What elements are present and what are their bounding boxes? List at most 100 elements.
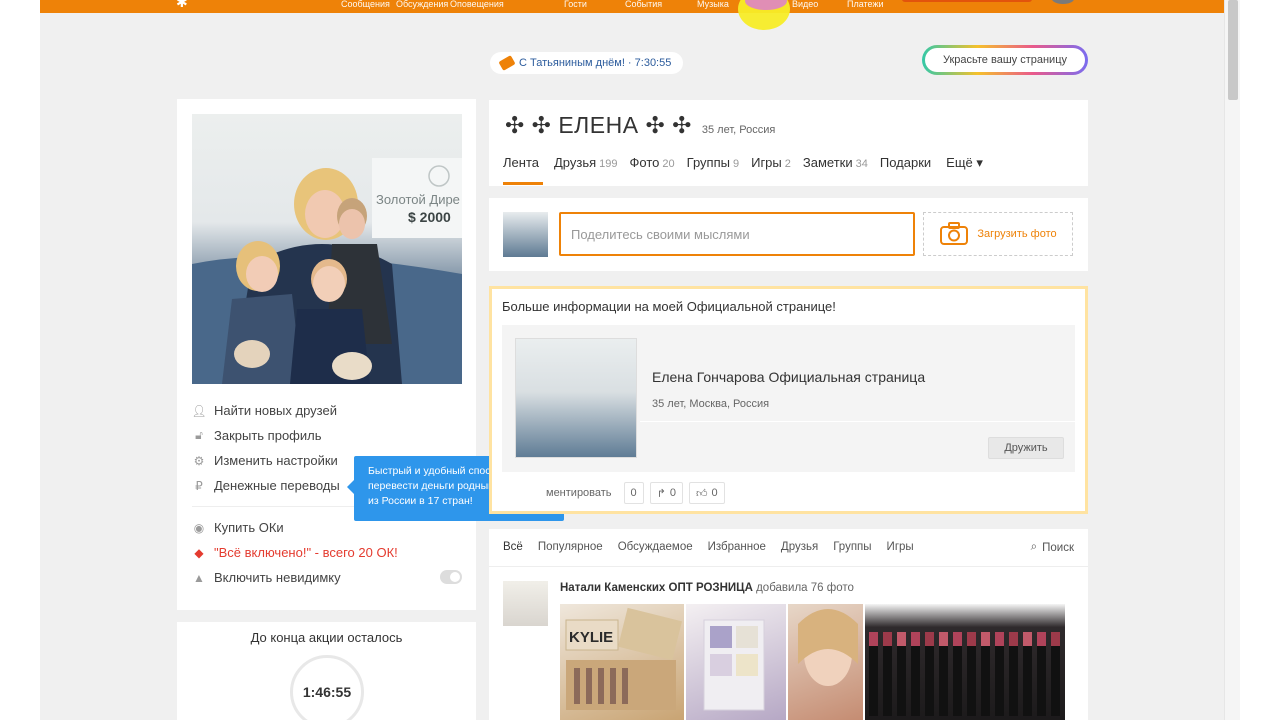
find-friends-link[interactable]: 👤︎ Найти новых друзей [191,398,462,423]
feed-tab-all[interactable]: Всё [503,541,523,553]
invisible-mode-row[interactable]: ▲ Включить невидимку [192,565,462,590]
lipstick-tip [869,632,878,646]
post-author-avatar[interactable] [503,581,548,626]
feed-search-button[interactable]: ⌕ Поиск [1031,541,1074,554]
holiday-badge[interactable]: С Татьяниным днём! · 7:30:55 [490,52,684,74]
feed-tab-friends[interactable]: Друзья [781,541,818,553]
nav-guests[interactable]: Гости [564,0,587,9]
share-icon: ↱ [656,487,666,500]
feed-tab-popular[interactable]: Популярное [538,541,603,553]
nav-music[interactable]: Музыка [697,0,729,9]
all-inclusive-label: "Всё включено!" - всего 20 ОК! [214,545,398,560]
nav-events[interactable]: События [625,0,662,9]
decorate-page-button[interactable]: Украсьте вашу страницу [922,45,1088,75]
post-photo-kylie-kit[interactable]: KYLIE [560,604,684,720]
lipstick-tip [883,632,892,646]
tab-groups[interactable]: Группы 9 [687,155,739,171]
lipsticks-image [869,632,1060,716]
post-photo-model[interactable] [788,604,863,720]
model-image [798,609,858,686]
find-friends-label: Найти новых друзей [214,403,337,418]
toolbar-orange-button[interactable] [902,0,1032,2]
person-icon: 👤︎ [191,403,207,418]
post-action-text: добавила 76 фото [756,582,854,594]
tab-games[interactable]: Игры 2 [751,155,791,171]
tab-gifts[interactable]: Подарки [880,155,934,171]
feed-tab-groups[interactable]: Группы [833,541,871,553]
upload-photo-button[interactable]: Загрузить фото [923,212,1073,256]
lipstick-tip [1009,632,1018,646]
tab-more[interactable]: Ещё ▾ [946,155,986,171]
tag-icon [498,55,516,71]
holiday-text: С Татьяниным днём! · 7:30:55 [519,57,672,69]
comment-button[interactable]: ментировать [502,482,618,504]
lipstick-tip [897,632,906,646]
like-button[interactable]: 👍︎ 0 [689,482,725,504]
share-button[interactable]: ↱ 0 [649,482,684,504]
official-page-promo: Больше информации на моей Официальной ст… [489,286,1088,514]
user-avatar-mini[interactable] [1052,0,1074,4]
official-page-photo[interactable] [515,338,637,458]
profile-name: ✣ ✣ ЕЛЕНА ✣ ✣ [505,112,692,138]
tab-feed[interactable]: Лента [503,155,542,171]
scrollbar-thumb[interactable] [1228,0,1238,100]
top-navigation-bar: ✱ Сообщения Обсуждения Оповещения Гости … [40,0,1224,13]
invisible-mode-label: Включить невидимку [214,570,341,585]
kylie-kit-image: KYLIE [565,607,683,710]
post-header: Натали Каменских ОПТ РОЗНИЦА добавила 76… [560,582,854,594]
lock-icon: 🔓︎ [195,428,203,442]
post-composer: Поделитесь своими мыслями Загрузить фото [489,198,1088,271]
photo-banner-text: Золотой Дире [376,192,460,207]
add-friend-button[interactable]: Дружить [988,437,1064,459]
lipstick-tube [911,646,920,716]
nav-discussions[interactable]: Обсуждения [396,0,448,9]
ok-logo-icon[interactable]: ✱ [176,0,188,11]
status-input[interactable]: Поделитесь своими мыслями [559,212,915,256]
lipstick-tube [925,646,934,716]
feed-tab-games[interactable]: Игры [887,541,914,553]
page-scrollbar[interactable] [1224,0,1240,720]
tab-notes[interactable]: Заметки 34 [803,155,868,171]
palette-image [703,619,765,711]
upload-photo-label: Загрузить фото [977,228,1057,240]
nav-video[interactable]: Видео [792,0,818,9]
lipstick-tube [869,646,878,716]
search-icon: ⌕ [1030,541,1038,553]
active-tab-underline [503,182,543,185]
feed-tab-discussed[interactable]: Обсуждаемое [618,541,693,553]
preview-divider [640,421,1075,422]
feed-tab-favorites[interactable]: Избранное [708,541,766,553]
comment-count: 0 [623,482,644,504]
composer-avatar[interactable] [503,212,548,257]
promo-timer: 1:46:55 [290,655,364,720]
lipstick-tube [967,646,976,716]
official-page-preview[interactable]: Елена Гончарова Официальная страница 35 … [502,325,1075,472]
photo-banner-amount: $ 2000 [408,209,451,225]
gear-icon: ⚙ [193,453,205,468]
official-page-meta: 35 лет, Москва, Россия [652,398,770,410]
nav-notifications[interactable]: Оповещения [450,0,504,9]
thumbs-up-icon: 👍︎ [696,487,708,500]
lipstick-tube [995,646,1004,716]
post-photo-palette[interactable] [686,604,786,720]
coin-icon: ◉ [193,520,205,535]
official-page-name[interactable]: Елена Гончарова Официальная страница [652,369,925,385]
close-profile-link[interactable]: 🔓︎ Закрыть профиль [192,423,462,448]
lipstick-tube [981,646,990,716]
hat-icon: ▲ [193,570,205,585]
post-photo-lipsticks[interactable] [865,604,1065,720]
nav-payments[interactable]: Платежи [847,0,884,9]
lipstick-tip [1037,632,1046,646]
change-settings-label: Изменить настройки [214,453,338,468]
post-author-name[interactable]: Натали Каменских ОПТ РОЗНИЦА [560,582,753,594]
official-heading: Больше информации на моей Официальной ст… [502,299,836,314]
all-inclusive-link[interactable]: ◆ "Всё включено!" - всего 20 ОК! [192,540,462,565]
lipstick-tube [953,646,962,716]
profile-photo-image: Золотой Дире $ 2000 [192,158,462,384]
feed-search-label: Поиск [1042,541,1074,554]
tab-photos[interactable]: Фото 20 [630,155,675,171]
nav-messages[interactable]: Сообщения [341,0,390,9]
tab-friends[interactable]: Друзья 199 [554,155,618,171]
profile-photo[interactable]: Золотой Дире $ 2000 [192,114,462,384]
invisible-toggle[interactable] [440,570,462,584]
